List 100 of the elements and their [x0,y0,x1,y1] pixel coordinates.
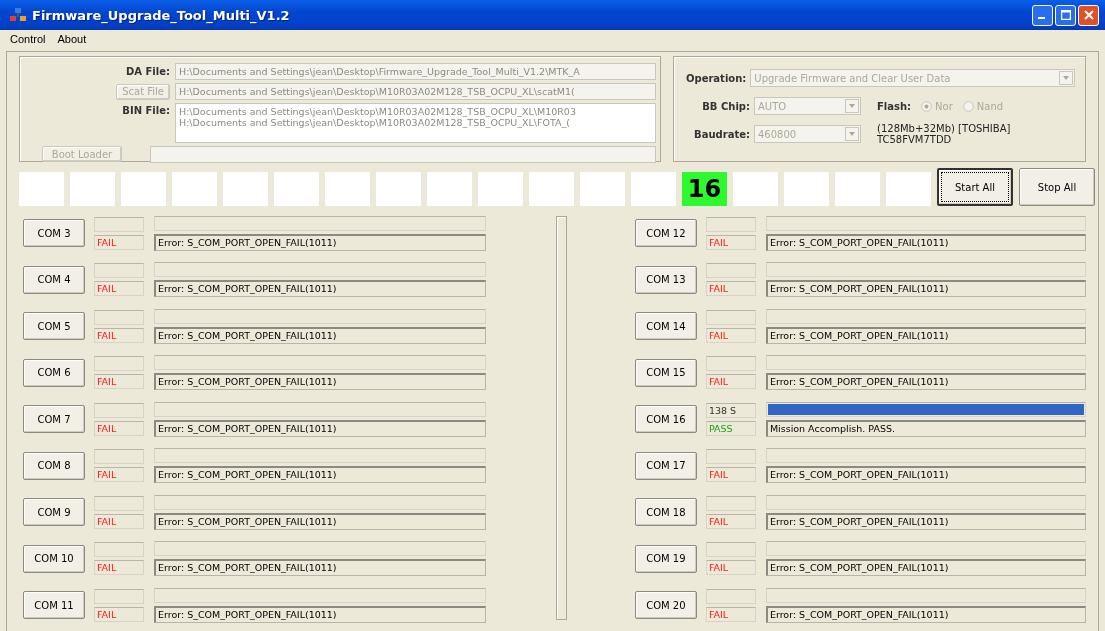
status-cell: FAIL [94,374,144,390]
message-field: Error: S_COM_PORT_OPEN_FAIL(1011) [154,326,486,344]
message-field: Error: S_COM_PORT_OPEN_FAIL(1011) [765,512,1086,530]
message-field: Error: S_COM_PORT_OPEN_FAIL(1011) [154,605,486,623]
com-port-button[interactable]: COM 12 [634,219,697,248]
com-port-button[interactable]: COM 18 [634,498,697,527]
slot-indicator [478,172,523,206]
field-label: DA File: [125,65,170,79]
com-port-button[interactable]: COM 6 [23,358,85,387]
message-field: Error: S_COM_PORT_OPEN_FAIL(1011) [154,419,486,437]
menu-item[interactable]: About [57,32,87,45]
message-field: Error: S_COM_PORT_OPEN_FAIL(1011) [765,233,1086,251]
stop-all-button[interactable]: Stop All [1019,168,1095,206]
window-title: Firmware_Upgrade_Tool_Multi_V1.2 [32,7,291,23]
app-icon [10,8,26,22]
com-port-button[interactable]: COM 3 [23,219,85,248]
message-field: Error: S_COM_PORT_OPEN_FAIL(1011) [154,233,486,251]
com-port-button[interactable]: COM 17 [634,451,697,480]
com-port-button[interactable]: COM 10 [23,544,85,573]
time-cell [94,588,144,604]
message-field: Error: S_COM_PORT_OPEN_FAIL(1011) [765,605,1086,623]
slot-indicator [631,172,676,206]
com-port-button[interactable]: COM 8 [23,451,85,480]
com-port-button[interactable]: COM 14 [634,312,697,341]
message-field: Error: S_COM_PORT_OPEN_FAIL(1011) [765,559,1086,577]
field-label: BIN File: [121,104,170,118]
message-field: Error: S_COM_PORT_OPEN_FAIL(1011) [765,466,1086,484]
time-cell [705,309,756,325]
field-label: Flash: [877,100,912,112]
slot-indicator [325,172,370,206]
menu-item[interactable]: Control [10,32,46,45]
boot-loader-field[interactable] [150,146,656,163]
time-cell [94,263,144,279]
com-port-button[interactable]: COM 4 [23,265,85,294]
time-cell [94,216,144,232]
slot-indicator [223,172,268,206]
slot-indicator [835,172,880,206]
com-port-button[interactable]: COM 9 [23,498,85,527]
time-cell [94,449,144,465]
status-cell: FAIL [94,234,144,250]
status-cell: FAIL [705,281,756,297]
time-cell [705,263,756,279]
status-cell: FAIL [94,513,144,529]
slot-indicator [376,172,421,206]
status-cell: FAIL [705,513,756,529]
time-cell [705,356,756,372]
com-port-button[interactable]: COM 16 [634,405,697,434]
time-cell [705,449,756,465]
slot-indicator [886,172,931,206]
status-cell: FAIL [94,420,144,436]
close-button[interactable] [1078,4,1099,26]
maximize-button[interactable] [1055,4,1076,26]
slot-indicator [427,172,472,206]
status-cell: FAIL [705,606,756,622]
com-port-button[interactable]: COM 13 [634,265,697,294]
message-field: Error: S_COM_PORT_OPEN_FAIL(1011) [154,280,486,298]
message-field: Error: S_COM_PORT_OPEN_FAIL(1011) [765,326,1086,344]
message-field: Error: S_COM_PORT_OPEN_FAIL(1011) [154,373,486,391]
slot-indicator [580,172,625,206]
field-label: BB Chip: [701,100,750,112]
message-field: Error: S_COM_PORT_OPEN_FAIL(1011) [765,373,1086,391]
com-port-button[interactable]: COM 7 [23,405,85,434]
time-cell [94,309,144,325]
status-cell: FAIL [705,560,756,576]
slot-indicator: 16 [682,172,727,206]
com-port-button[interactable]: COM 5 [23,312,85,341]
message-field: Error: S_COM_PORT_OPEN_FAIL(1011) [154,466,486,484]
time-cell [94,402,144,418]
status-cell: FAIL [94,281,144,297]
status-cell: FAIL [705,467,756,483]
time-cell: 138 S [705,402,756,418]
time-cell [705,495,756,511]
slot-indicator [121,172,166,206]
start-all-button[interactable]: Start All [937,168,1013,206]
status-cell: FAIL [94,606,144,622]
message-field: Mission Accomplish. PASS. [765,419,1086,437]
time-cell [705,542,756,558]
status-cell: FAIL [94,467,144,483]
status-cell: FAIL [705,374,756,390]
bin-file-field[interactable]: H:\Documents and Settings\jean\Desktop\M10R03A02M128_TSB_OCPU_XL\M10R03 H:\Documents and Settings\jean\Desktop\M10R03A02M128_TSB_OCPU_XL\FOTA_( [175,103,656,143]
com-port-button[interactable]: COM 20 [634,591,697,620]
status-cell: FAIL [705,327,756,343]
message-field: Error: S_COM_PORT_OPEN_FAIL(1011) [765,280,1086,298]
status-cell: PASS [705,420,756,436]
close-icon [1083,10,1094,20]
status-cell: FAIL [94,560,144,576]
time-cell [705,216,756,232]
com-port-button[interactable]: COM 11 [23,591,85,620]
status-cell: FAIL [705,234,756,250]
status-cell: FAIL [94,327,144,343]
time-cell [94,542,144,558]
minimize-button[interactable] [1032,4,1053,26]
slot-indicator [172,172,217,206]
field-label: Baudrate: [693,128,750,140]
time-cell [94,495,144,511]
slot-indicator [733,172,778,206]
com-port-button[interactable]: COM 15 [634,358,697,387]
com-port-button[interactable]: COM 19 [634,544,697,573]
minimize-icon [1038,17,1045,19]
slot-indicator [19,172,64,206]
